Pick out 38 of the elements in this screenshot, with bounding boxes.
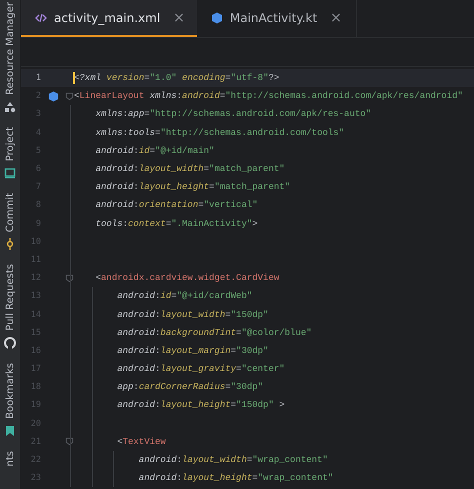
code-line: android:layout_height="150dp" > [116, 400, 285, 410]
tool-window-label[interactable]: Bookmarks [4, 363, 16, 420]
code-line: android:layout_width="150dp" [116, 310, 268, 320]
code-line: <androidx.cardview.widget.CardView [94, 273, 280, 284]
bookmark-icon[interactable] [4, 425, 16, 438]
code-line: android:layout_margin="30dp" [116, 346, 268, 356]
code-line: android:layout_gravity="center" [116, 364, 285, 374]
cube-icon [210, 12, 223, 24]
text-cursor [73, 72, 75, 84]
monitor-icon[interactable] [4, 167, 16, 180]
code-line: xmlns:tools="http://schemas.android.com/tools" [94, 128, 344, 138]
code-icon [35, 12, 47, 24]
code-line: tools:context=".MainActivity"> [94, 218, 258, 229]
editor-tab[interactable]: MainActivity.kt × [196, 0, 354, 37]
tool-window-label[interactable]: Project [4, 126, 16, 162]
tool-window-label[interactable]: Commit [4, 193, 16, 232]
code-line: android:backgroundTint="@color/blue" [116, 328, 312, 338]
code-line: android:layout_width="match_parent" [94, 164, 285, 174]
code-line: android:layout_height="match_parent" [94, 182, 290, 192]
shapes-icon[interactable] [4, 100, 16, 113]
code-line: <TextView [116, 436, 166, 447]
code-line: android:layout_width="wrap_content" [138, 455, 328, 466]
code-line: android:layout_height="wrap_content" [138, 473, 334, 484]
code-line: <LinearLayout xmlns:android="http://schemas.android.com/apk/res/android" [74, 91, 463, 102]
code-line: android:orientation="vertical" [94, 200, 258, 210]
code-line: android:id="@+id/cardWeb" [116, 291, 252, 302]
tool-window-label[interactable]: Pull Requests [4, 264, 16, 332]
close-icon[interactable]: × [173, 10, 185, 26]
close-icon[interactable]: × [330, 10, 342, 26]
line-number: 1 [34, 73, 41, 84]
cube-icon[interactable] [48, 90, 58, 102]
code-line: android:id="@+id/main" [94, 146, 214, 156]
tool-window-label[interactable]: nts [4, 451, 16, 466]
commit-icon[interactable] [4, 238, 16, 250]
code-line: xmlns:app="http://schemas.android.com/apk/res-auto" [94, 109, 372, 120]
tool-window-label[interactable]: Resource Manager [4, 2, 16, 95]
code-line: app:cardCornerRadius="30dp" [116, 382, 264, 392]
editor-tab[interactable]: activity_main.xml × [21, 0, 197, 37]
